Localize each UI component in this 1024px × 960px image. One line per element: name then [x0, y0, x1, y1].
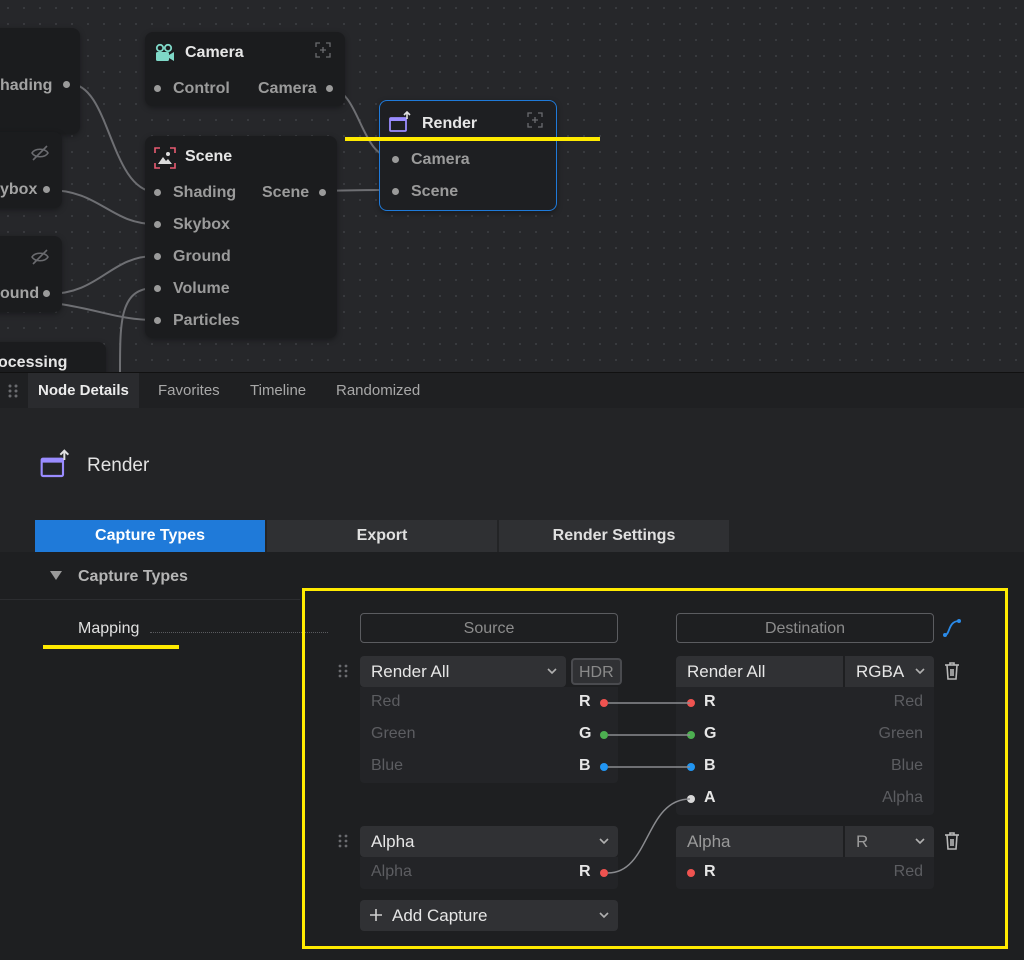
render-node-title: Render: [422, 115, 478, 132]
render-title-highlight: [345, 137, 600, 141]
tab-node-details[interactable]: Node Details: [28, 373, 139, 409]
camera-output-label: Camera: [258, 80, 317, 97]
scene-shading-port[interactable]: [154, 189, 161, 196]
camera-node-icon: [155, 43, 174, 61]
scene-node-title: Scene: [185, 148, 233, 165]
ground-output-port[interactable]: [43, 290, 50, 297]
processing-title: ocessing: [0, 354, 68, 371]
panel-divider: [0, 599, 300, 600]
details-title: Render: [87, 455, 150, 476]
shading-output-port[interactable]: [63, 81, 70, 88]
render-scene-port[interactable]: [392, 188, 399, 195]
render-camera-label: Camera: [411, 151, 470, 168]
triangle-down-icon[interactable]: [50, 571, 62, 581]
skybox-output-port[interactable]: [43, 186, 50, 193]
tab-export[interactable]: Export: [267, 520, 497, 552]
camera-output-port[interactable]: [326, 85, 333, 92]
scene-volume-port[interactable]: [154, 285, 161, 292]
scene-output-label: Scene: [262, 184, 310, 201]
scene-skybox-label: Skybox: [173, 216, 230, 233]
tab-timeline[interactable]: Timeline: [240, 373, 316, 409]
panel-tab-bar: Node Details Favorites Timeline Randomiz…: [0, 372, 1024, 410]
processing-node[interactable]: ocessing: [0, 342, 106, 372]
scene-skybox-port[interactable]: [154, 221, 161, 228]
camera-node-title: Camera: [185, 44, 244, 61]
eye-off-icon[interactable]: [30, 247, 50, 267]
expand-icon[interactable]: [315, 42, 331, 58]
skybox-output-label: ybox: [0, 181, 38, 198]
scene-node[interactable]: Scene Shading Scene Skybox Ground Volume…: [145, 136, 337, 338]
skybox-source-node[interactable]: ybox: [0, 132, 62, 208]
ground-source-node[interactable]: ound: [0, 236, 62, 312]
scene-particles-label: Particles: [173, 312, 240, 329]
mapping-label: Mapping: [78, 620, 140, 637]
wire-skybox: [47, 189, 156, 225]
render-camera-port[interactable]: [392, 156, 399, 163]
scene-ground-label: Ground: [173, 248, 231, 265]
tab-favorites[interactable]: Favorites: [148, 373, 230, 409]
shading-output-label: hading: [0, 77, 53, 94]
wire-shading: [69, 83, 156, 193]
scene-particles-port[interactable]: [154, 317, 161, 324]
render-node[interactable]: Render Camera Scene: [379, 100, 557, 211]
render-scene-label: Scene: [411, 183, 459, 200]
render-clapper-icon: [40, 449, 70, 478]
section-title: Capture Types: [78, 568, 188, 585]
scene-shading-label: Shading: [173, 184, 237, 201]
tab-render-settings[interactable]: Render Settings: [499, 520, 729, 552]
camera-control-label: Control: [173, 80, 230, 97]
shading-source-node[interactable]: hading: [0, 28, 80, 134]
camera-control-port[interactable]: [154, 85, 161, 92]
wire-ground: [47, 255, 156, 295]
scene-ground-port[interactable]: [154, 253, 161, 260]
scene-volume-label: Volume: [173, 280, 230, 297]
render-clapper-icon: [389, 110, 411, 132]
drag-grip-icon[interactable]: [6, 383, 20, 399]
ground-output-label: ound: [0, 285, 40, 302]
mapping-area-highlight: [302, 588, 1008, 949]
tab-randomized[interactable]: Randomized: [326, 373, 430, 409]
wire-particles: [59, 303, 156, 321]
node-graph-canvas[interactable]: hading ybox ound ocessing Camera Control…: [0, 0, 1024, 372]
expand-icon[interactable]: [527, 112, 543, 128]
camera-node[interactable]: Camera Control Camera: [145, 32, 345, 106]
mapping-highlight: [43, 645, 179, 649]
scene-output-port[interactable]: [319, 189, 326, 196]
tab-capture-types[interactable]: Capture Types: [35, 520, 265, 552]
eye-off-icon[interactable]: [30, 143, 50, 163]
scene-node-icon: [154, 147, 176, 169]
